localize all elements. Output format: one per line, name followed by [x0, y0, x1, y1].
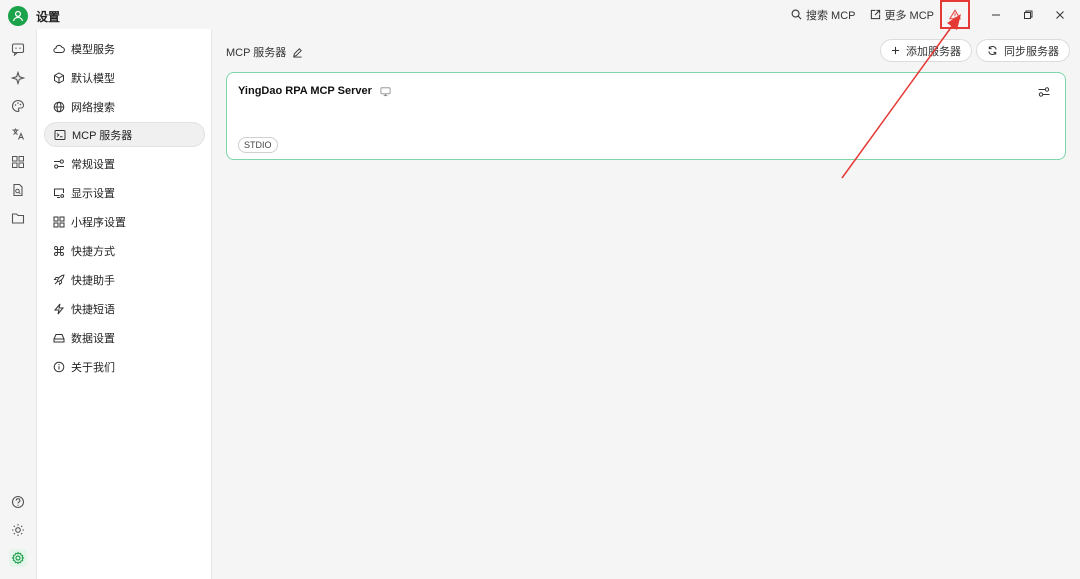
command-icon — [54, 245, 64, 256]
edit-icon[interactable] — [292, 47, 303, 58]
monitor-icon — [380, 86, 391, 96]
sidebar-item-display-settings[interactable]: 显示设置 — [44, 180, 205, 205]
more-mcp-label: 更多 MCP — [884, 9, 935, 22]
rocket-icon — [53, 273, 65, 285]
server-title: YingDao RPA MCP Server — [238, 85, 391, 97]
sidebar-item-label: 模型服务 — [71, 43, 115, 56]
warning-icon — [949, 9, 961, 20]
sidebar-item-quick-phrases[interactable]: 快捷短语 — [44, 296, 205, 321]
close-icon — [1056, 10, 1064, 19]
icon-rail — [0, 29, 36, 579]
plus-icon — [891, 46, 900, 55]
sidebar-item-model-service[interactable]: 模型服务 — [44, 36, 205, 61]
minimize-button[interactable] — [980, 0, 1012, 29]
grid-icon — [53, 216, 65, 227]
restore-icon — [1024, 10, 1033, 19]
sidebar-item-mini-program-settings[interactable]: 小程序设置 — [44, 209, 205, 234]
title-bar: 设置 搜索 MCP 更多 MCP — [0, 0, 1080, 29]
sidebar-item-shortcuts[interactable]: 快捷方式 — [44, 238, 205, 263]
search-icon — [791, 9, 802, 20]
server-card[interactable]: YingDao RPA MCP Server STDIO — [226, 72, 1066, 160]
sidebar-item-mcp-servers[interactable]: MCP 服务器 — [44, 122, 205, 147]
globe-icon — [53, 101, 65, 112]
section-header: MCP 服务器 — [226, 44, 303, 60]
file-search-icon[interactable] — [9, 181, 27, 199]
sidebar-item-label: 默认模型 — [71, 72, 115, 85]
minimize-icon — [992, 14, 1000, 15]
user-icon — [12, 10, 24, 22]
search-mcp-link[interactable]: 搜索 MCP — [791, 7, 856, 23]
more-mcp-link[interactable]: 更多 MCP — [870, 7, 935, 23]
sync-servers-button[interactable]: 同步服务器 — [976, 39, 1070, 62]
sidebar-item-label: MCP 服务器 — [72, 129, 133, 142]
sliders-icon — [54, 158, 64, 169]
sidebar-item-label: 显示设置 — [71, 187, 115, 200]
monitor-icon — [54, 188, 65, 198]
drive-icon — [53, 333, 65, 342]
palette-icon[interactable] — [9, 97, 27, 115]
help-icon[interactable] — [9, 493, 27, 511]
chat-icon[interactable] — [9, 40, 27, 58]
terminal-icon — [54, 129, 66, 140]
refresh-icon — [988, 46, 997, 55]
add-server-label: 添加服务器 — [906, 45, 961, 58]
restore-button[interactable] — [1012, 0, 1044, 29]
cube-icon — [54, 71, 64, 84]
sidebar-item-label: 常规设置 — [71, 158, 115, 171]
sidebar-item-default-model[interactable]: 默认模型 — [44, 65, 205, 90]
search-mcp-label: 搜索 MCP — [806, 9, 856, 22]
sync-servers-label: 同步服务器 — [1004, 45, 1059, 58]
sidebar-item-label: 快捷短语 — [71, 303, 115, 316]
info-icon — [53, 361, 65, 372]
sidebar-item-label: 网络搜索 — [71, 101, 115, 114]
sidebar-item-about-us[interactable]: 关于我们 — [44, 354, 205, 379]
sidebar-item-label: 快捷助手 — [71, 274, 115, 287]
transport-badge: STDIO — [238, 137, 278, 153]
close-button[interactable] — [1044, 0, 1076, 29]
zap-icon — [53, 303, 65, 314]
sidebar-item-general-settings[interactable]: 常规设置 — [44, 151, 205, 176]
sparkle-icon[interactable] — [9, 69, 27, 87]
settings-icon[interactable] — [9, 549, 27, 567]
server-settings-icon[interactable] — [1037, 85, 1051, 99]
sun-icon[interactable] — [9, 521, 27, 539]
sidebar-item-web-search[interactable]: 网络搜索 — [44, 94, 205, 119]
add-server-button[interactable]: 添加服务器 — [880, 39, 972, 62]
sidebar-item-label: 数据设置 — [71, 332, 115, 345]
sidebar-item-label: 关于我们 — [71, 361, 115, 374]
page-title: MCP 服务器 — [226, 47, 287, 59]
translate-icon[interactable] — [9, 125, 27, 143]
main-panel: MCP 服务器 添加服务器 同步服务器 YingDao RPA MCP Serv… — [212, 29, 1080, 579]
external-link-icon — [870, 9, 880, 20]
sidebar-item-label: 快捷方式 — [71, 245, 115, 258]
sidebar-item-label: 小程序设置 — [71, 216, 126, 229]
window-title: 设置 — [36, 10, 61, 24]
server-name: YingDao RPA MCP Server — [238, 85, 372, 97]
cloud-icon — [53, 44, 65, 53]
warning-button[interactable] — [940, 0, 970, 29]
settings-sidebar: 模型服务 默认模型 网络搜索 MCP 服务器 常规设置 显示设置 小程序设置 快… — [36, 29, 212, 579]
user-avatar[interactable] — [8, 6, 28, 26]
apps-grid-icon[interactable] — [9, 153, 27, 171]
folder-icon[interactable] — [9, 209, 27, 227]
sidebar-item-quick-assistant[interactable]: 快捷助手 — [44, 267, 205, 292]
sidebar-item-data-settings[interactable]: 数据设置 — [44, 325, 205, 350]
